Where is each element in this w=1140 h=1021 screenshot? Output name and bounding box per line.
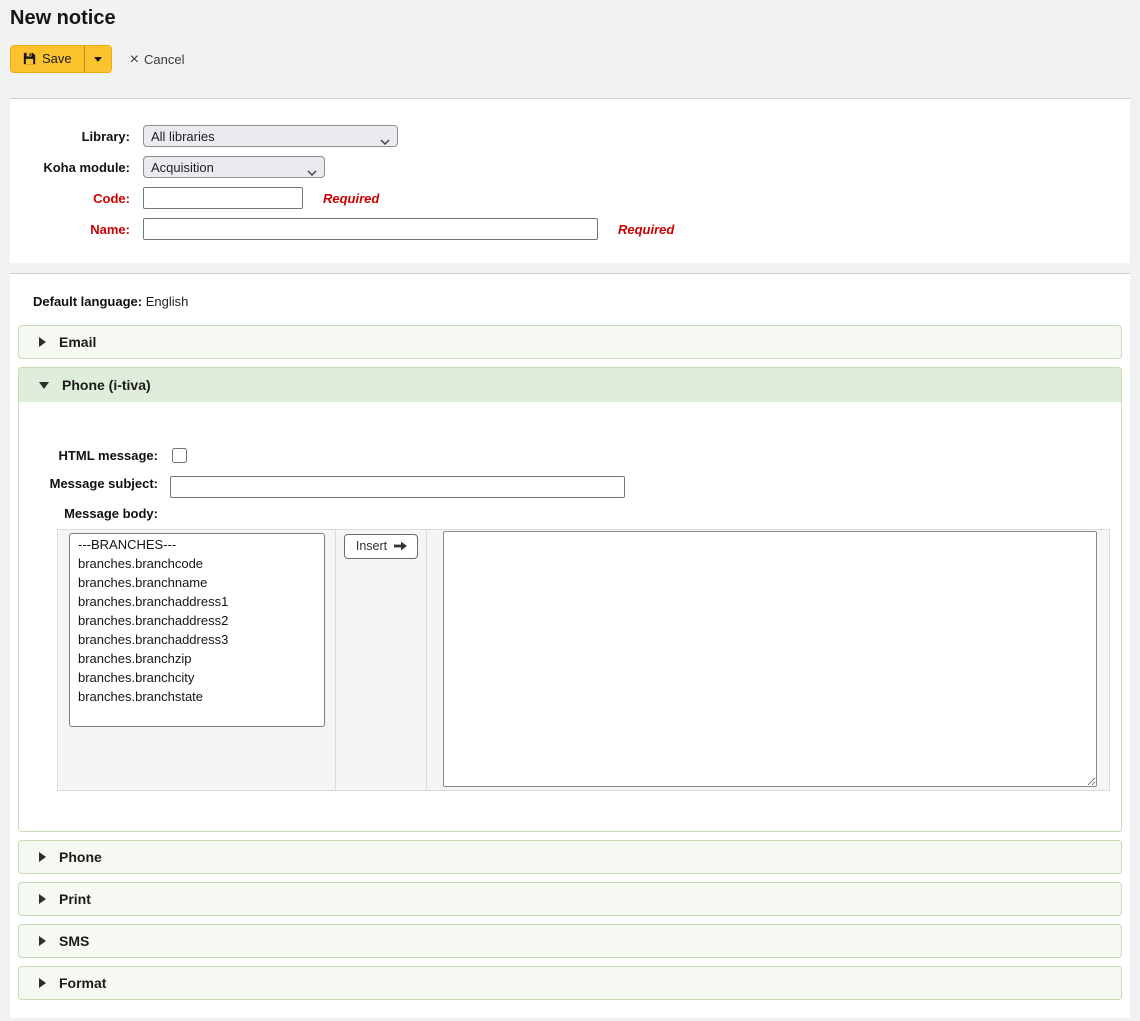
code-input[interactable] bbox=[143, 187, 303, 209]
accordion-print-label: Print bbox=[59, 891, 91, 907]
triangle-right-icon bbox=[39, 936, 46, 946]
message-body-textarea[interactable] bbox=[443, 531, 1097, 787]
field-option[interactable]: branches.branchname bbox=[74, 573, 324, 592]
name-required-note: Required bbox=[618, 222, 674, 237]
message-body-editor: ---BRANCHES---branches.branchcodebranche… bbox=[57, 529, 1110, 791]
save-button-label: Save bbox=[42, 51, 72, 66]
page-title: New notice bbox=[10, 6, 1130, 30]
message-subject-label: Message subject: bbox=[43, 476, 158, 492]
message-subject-row: Message subject: bbox=[43, 476, 1121, 498]
accordion-phone-itiva-section: Phone (i-tiva) HTML message: Message sub… bbox=[18, 367, 1122, 832]
field-option[interactable]: branches.branchzip bbox=[74, 649, 324, 668]
accordion-sms[interactable]: SMS bbox=[18, 924, 1122, 958]
save-button-group: Save bbox=[10, 45, 112, 73]
toolbar: Save × Cancel bbox=[10, 45, 1130, 73]
message-body-label: Message body: bbox=[43, 506, 158, 522]
html-message-label: HTML message: bbox=[43, 448, 158, 464]
triangle-right-icon bbox=[39, 337, 46, 347]
fields-cell: ---BRANCHES---branches.branchcodebranche… bbox=[58, 530, 336, 790]
koha-module-label: Koha module: bbox=[10, 160, 130, 175]
name-input[interactable] bbox=[143, 218, 598, 240]
save-icon bbox=[23, 52, 36, 65]
field-option[interactable]: branches.branchaddress3 bbox=[74, 630, 324, 649]
triangle-right-icon bbox=[39, 978, 46, 988]
field-option[interactable]: branches.branchcity bbox=[74, 668, 324, 687]
save-dropdown-button[interactable] bbox=[84, 46, 111, 72]
accordion-print[interactable]: Print bbox=[18, 882, 1122, 916]
code-row: Code: Required bbox=[10, 187, 1130, 209]
field-option[interactable]: branches.branchcode bbox=[74, 554, 324, 573]
module-select-wrap: Acquisition bbox=[143, 156, 325, 178]
database-fields-listbox[interactable]: ---BRANCHES---branches.branchcodebranche… bbox=[69, 533, 325, 727]
close-icon: × bbox=[130, 53, 139, 66]
insert-cell: Insert bbox=[336, 530, 427, 790]
library-row: Library: All libraries bbox=[10, 125, 1130, 147]
arrow-right-icon bbox=[394, 541, 407, 551]
accordion-sms-label: SMS bbox=[59, 933, 89, 949]
library-select[interactable]: All libraries bbox=[143, 125, 398, 147]
code-required-note: Required bbox=[323, 191, 379, 206]
default-language-label: Default language: bbox=[33, 294, 142, 309]
library-select-wrap: All libraries bbox=[143, 125, 398, 147]
field-option[interactable]: ---BRANCHES--- bbox=[74, 535, 324, 554]
accordion-phone-itiva-label: Phone (i-tiva) bbox=[62, 377, 151, 393]
cancel-label: Cancel bbox=[144, 52, 184, 67]
html-message-checkbox[interactable] bbox=[172, 448, 187, 463]
triangle-down-icon bbox=[39, 382, 49, 389]
name-label: Name: bbox=[10, 222, 130, 237]
default-language-line: Default language: English bbox=[33, 294, 1122, 309]
accordion-phone-label: Phone bbox=[59, 849, 102, 865]
default-language-value: English bbox=[146, 294, 189, 309]
module-row: Koha module: Acquisition bbox=[10, 156, 1130, 178]
insert-button[interactable]: Insert bbox=[344, 534, 418, 559]
field-option[interactable]: branches.branchstate bbox=[74, 687, 324, 706]
notice-details-panel: Library: All libraries Koha module: Acqu… bbox=[10, 98, 1130, 263]
library-label: Library: bbox=[10, 129, 130, 144]
triangle-right-icon bbox=[39, 852, 46, 862]
caret-down-icon bbox=[94, 57, 102, 62]
field-option[interactable]: branches.branchaddress2 bbox=[74, 611, 324, 630]
code-label: Code: bbox=[10, 191, 130, 206]
triangle-right-icon bbox=[39, 894, 46, 904]
name-row: Name: Required bbox=[10, 218, 1130, 240]
message-subject-input[interactable] bbox=[170, 476, 625, 498]
accordion-email[interactable]: Email bbox=[18, 325, 1122, 359]
cancel-button[interactable]: × Cancel bbox=[130, 52, 185, 67]
accordion-email-label: Email bbox=[59, 334, 96, 350]
save-button[interactable]: Save bbox=[11, 46, 84, 72]
page-header: New notice Save × Cancel bbox=[0, 0, 1140, 73]
accordion-phone[interactable]: Phone bbox=[18, 840, 1122, 874]
notice-templates-panel: Default language: English Email Phone (i… bbox=[10, 273, 1130, 1018]
insert-button-label: Insert bbox=[356, 539, 387, 553]
field-option[interactable]: branches.branchaddress1 bbox=[74, 592, 324, 611]
accordion-format[interactable]: Format bbox=[18, 966, 1122, 1000]
message-text-cell bbox=[427, 530, 1109, 790]
accordion-format-label: Format bbox=[59, 975, 106, 991]
html-message-row: HTML message: bbox=[43, 448, 1121, 464]
phone-itiva-editor: HTML message: Message subject: Message b… bbox=[19, 402, 1121, 831]
accordion-phone-itiva[interactable]: Phone (i-tiva) bbox=[19, 368, 1121, 402]
koha-module-select[interactable]: Acquisition bbox=[143, 156, 325, 178]
message-body-label-row: Message body: bbox=[43, 506, 1121, 522]
